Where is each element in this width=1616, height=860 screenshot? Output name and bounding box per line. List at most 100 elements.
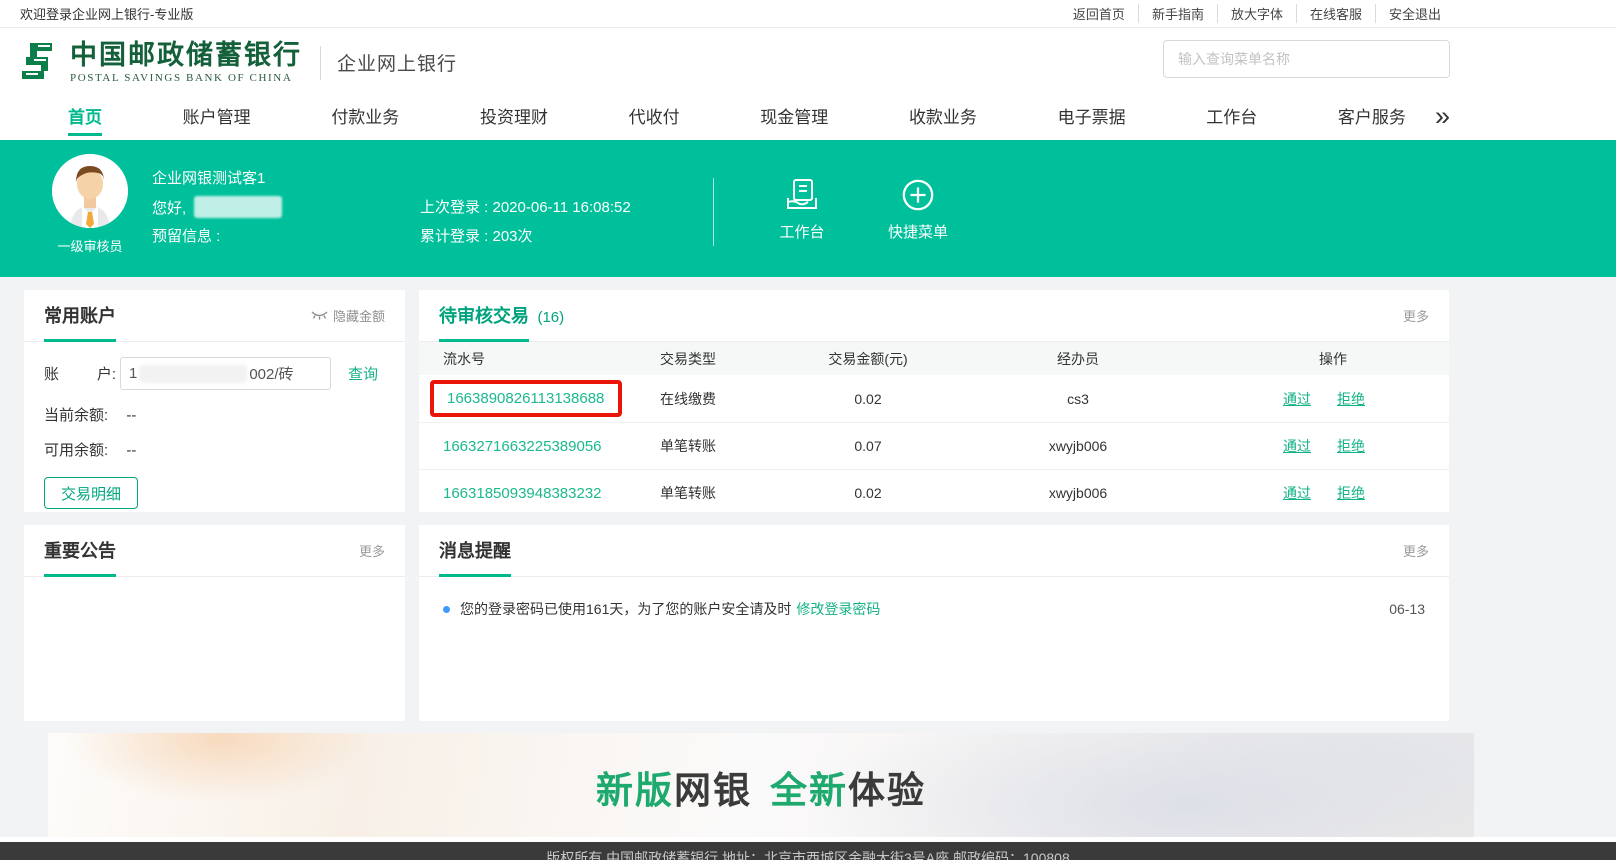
copyright-text: 版权所有 中国邮政储蓄银行 地址：北京市西城区金融大街3号A座 邮政编码：100… (546, 850, 1070, 860)
reject-link[interactable]: 拒绝 (1337, 436, 1365, 456)
main-nav: 首页 账户管理 付款业务 投资理财 代收付 现金管理 收款业务 电子票据 工作台… (0, 97, 1616, 140)
account-select[interactable]: 1 002/砖 (120, 357, 331, 390)
hide-amount-toggle[interactable]: 隐藏金额 (311, 302, 385, 325)
tab-e-bills[interactable]: 电子票据 (1058, 103, 1126, 136)
col-operator: 经办员 (993, 349, 1163, 369)
tab-workbench[interactable]: 工作台 (1206, 103, 1257, 136)
serial-link[interactable]: 1663890826113138688 (447, 390, 604, 407)
workbench-label: 工作台 (757, 221, 847, 242)
col-actions: 操作 (1163, 349, 1425, 369)
account-label: 账 户: (44, 363, 116, 384)
message-reminder-panel: 消息提醒 更多 您的登录密码已使用161天，为了您的账户安全请及时 修改登录密码… (419, 525, 1449, 721)
login-count-text: 累计登录 : 203次 (420, 225, 533, 246)
avatar-block: 一级审核员 (52, 154, 128, 256)
tab-account-management[interactable]: 账户管理 (183, 103, 251, 136)
top-bar: 欢迎登录企业网上银行-专业版 返回首页 新手指南 放大字体 在线客服 安全退出 (0, 0, 1616, 28)
link-enlarge-font[interactable]: 放大字体 (1217, 4, 1296, 23)
highlight-red-box: 1663890826113138688 (430, 380, 622, 417)
txn-type: 单笔转账 (633, 436, 743, 456)
txn-operator: cs3 (993, 391, 1163, 407)
reject-link[interactable]: 拒绝 (1337, 389, 1365, 409)
approve-link[interactable]: 通过 (1283, 436, 1311, 456)
tab-collection-payment[interactable]: 代收付 (629, 103, 680, 136)
tab-payment-services[interactable]: 付款业务 (331, 103, 399, 136)
company-name: 企业网银测试客1 (152, 167, 265, 188)
product-title: 企业网上银行 (337, 49, 457, 76)
txn-operator: xwyjb006 (993, 438, 1163, 454)
txn-amount: 0.07 (743, 438, 993, 454)
redacted-user-name (194, 196, 282, 218)
topbar-links: 返回首页 新手指南 放大字体 在线客服 安全退出 (1060, 4, 1454, 23)
bank-emblem-icon (22, 41, 62, 85)
link-safe-logout[interactable]: 安全退出 (1375, 4, 1454, 23)
txn-amount: 0.02 (743, 485, 993, 501)
tab-investment[interactable]: 投资理财 (480, 103, 548, 136)
txn-operator: xwyjb006 (993, 485, 1163, 501)
frequent-accounts-panel: 常用账户 隐藏金额 账 户: (24, 290, 405, 512)
avatar (52, 154, 128, 228)
menu-search-input[interactable] (1163, 40, 1450, 78)
message-text: 您的登录密码已使用161天，为了您的账户安全请及时 (460, 599, 791, 619)
txn-amount: 0.02 (743, 391, 993, 407)
transaction-detail-button[interactable]: 交易明细 (44, 477, 138, 509)
tab-cash-management[interactable]: 现金管理 (760, 103, 828, 136)
tab-customer-service[interactable]: 客户服务 (1338, 103, 1406, 136)
message-more-link[interactable]: 更多 (1403, 537, 1429, 560)
frequent-accounts-title: 常用账户 (44, 302, 116, 342)
table-header: 流水号 交易类型 交易金额(元) 经办员 操作 (419, 342, 1449, 375)
message-reminder-title: 消息提醒 (439, 537, 511, 577)
col-amount: 交易金额(元) (743, 349, 993, 369)
promo-slogan: 新版网银全新体验 (596, 760, 926, 814)
bullet-icon (443, 606, 450, 613)
pending-transactions-panel: 待审核交易 (16) 更多 流水号 交易类型 交易金额(元) 经办员 操作 16… (419, 290, 1449, 512)
pending-transactions-title: 待审核交易 (439, 302, 529, 342)
user-role-label: 一级审核员 (57, 236, 122, 255)
col-serial: 流水号 (443, 349, 633, 369)
nav-expand-icon[interactable]: » (1435, 97, 1450, 135)
header-divider (320, 46, 321, 80)
tab-receivables[interactable]: 收款业务 (909, 103, 977, 136)
reserved-info-label: 预留信息 : (152, 225, 220, 246)
available-balance-value: -- (126, 442, 136, 459)
last-login-text: 上次登录 : 2020-06-11 16:08:52 (420, 196, 631, 217)
bank-logo: 中国邮政储蓄银行 POSTAL SAVINGS BANK OF CHINA (22, 41, 302, 85)
change-password-link[interactable]: 修改登录密码 (796, 599, 880, 619)
welcome-text: 欢迎登录企业网上银行-专业版 (20, 4, 193, 23)
bank-name-en: POSTAL SAVINGS BANK OF CHINA (70, 72, 302, 84)
workbench-shortcut[interactable]: 工作台 (757, 178, 847, 242)
eye-closed-icon (311, 311, 328, 321)
approve-link[interactable]: 通过 (1283, 483, 1311, 503)
banner-divider (713, 178, 714, 246)
link-online-service[interactable]: 在线客服 (1296, 4, 1375, 23)
current-balance-label: 当前余额: (44, 407, 108, 424)
txn-type: 在线缴费 (633, 389, 743, 409)
current-balance-value: -- (126, 407, 136, 424)
serial-link[interactable]: 1663185093948383232 (443, 485, 602, 502)
redacted-account-number (139, 365, 247, 383)
user-banner: 一级审核员 企业网银测试客1 您好, 预留信息 : 上次登录 : 2020-06… (0, 140, 1616, 277)
quick-menu-shortcut[interactable]: 快捷菜单 (873, 178, 963, 242)
promo-banner[interactable]: 新版网银全新体验 (48, 733, 1474, 837)
serial-link[interactable]: 1663271663225389056 (443, 438, 602, 455)
notice-more-link[interactable]: 更多 (359, 537, 385, 560)
col-type: 交易类型 (633, 349, 743, 369)
table-row: 1663185093948383232 单笔转账 0.02 xwyjb006 通… (419, 469, 1449, 516)
query-link[interactable]: 查询 (348, 363, 378, 384)
pending-more-link[interactable]: 更多 (1403, 302, 1429, 325)
available-balance-label: 可用余额: (44, 442, 108, 459)
header: 中国邮政储蓄银行 POSTAL SAVINGS BANK OF CHINA 企业… (0, 28, 1616, 97)
message-item: 您的登录密码已使用161天，为了您的账户安全请及时 修改登录密码 06-13 (443, 599, 1425, 619)
important-notice-panel: 重要公告 更多 (24, 525, 405, 721)
workbench-icon (784, 178, 820, 212)
link-beginner-guide[interactable]: 新手指南 (1138, 4, 1217, 23)
tab-home[interactable]: 首页 (68, 103, 102, 136)
quick-menu-label: 快捷菜单 (873, 221, 963, 242)
txn-type: 单笔转账 (633, 483, 743, 503)
reject-link[interactable]: 拒绝 (1337, 483, 1365, 503)
greeting-text: 您好, (152, 197, 186, 218)
approve-link[interactable]: 通过 (1283, 389, 1311, 409)
bank-name-cn: 中国邮政储蓄银行 (70, 42, 302, 69)
link-return-home[interactable]: 返回首页 (1060, 4, 1138, 23)
plus-circle-icon (900, 178, 936, 212)
main-content: 常用账户 隐藏金额 账 户: (0, 277, 1616, 837)
